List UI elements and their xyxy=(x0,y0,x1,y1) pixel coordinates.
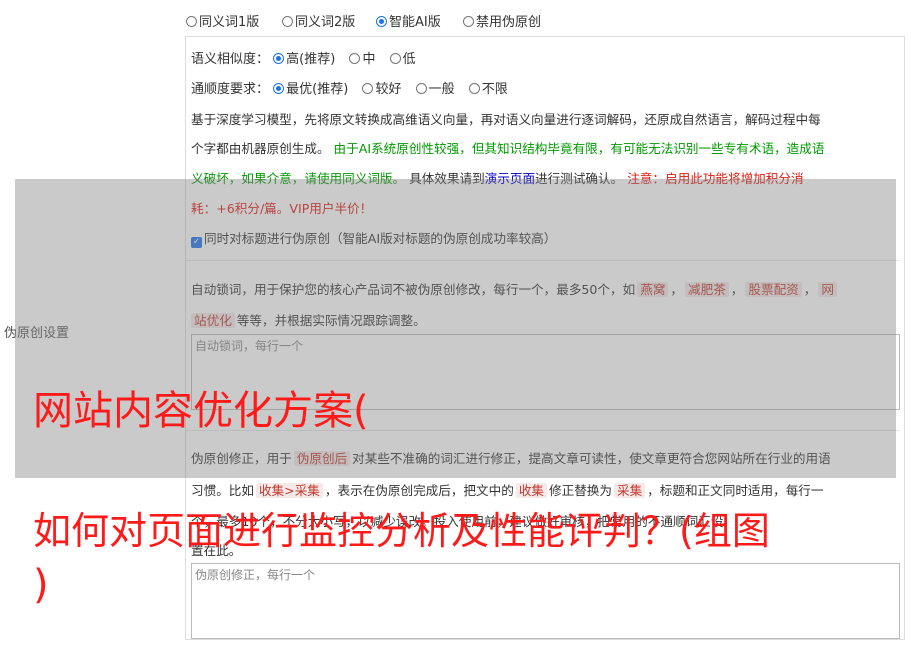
fluency-good[interactable]: 较好 xyxy=(362,82,401,97)
option-label: 中 xyxy=(362,52,376,67)
radio-selected-icon[interactable] xyxy=(273,83,285,94)
radio-icon[interactable] xyxy=(468,83,480,94)
example-tag: 收集 xyxy=(515,483,547,498)
radio-icon[interactable] xyxy=(389,53,401,64)
fluency-label: 通顺度要求： xyxy=(191,82,270,97)
fix-desc-text: ，表示在伪原创完成后，把文中的 xyxy=(324,483,514,498)
similarity-high[interactable]: 高(推荐) xyxy=(273,52,335,67)
similarity-row: 语义相似度： 高(推荐) 中 低 xyxy=(191,48,416,67)
fluency-best[interactable]: 最优(推荐) xyxy=(273,82,348,97)
fluency-row: 通顺度要求： 最优(推荐) 较好 一般 不限 xyxy=(191,78,508,97)
example-tag: 收集>采集 xyxy=(255,483,323,498)
overlay-title-line-1: 网站内容优化方案( xyxy=(33,388,369,434)
option-label: 最优(推荐) xyxy=(286,82,349,97)
option-label: 不限 xyxy=(481,82,508,97)
version-label: 禁用伪原创 xyxy=(476,15,542,30)
similarity-mid[interactable]: 中 xyxy=(349,52,375,67)
radio-icon[interactable] xyxy=(349,53,361,64)
radio-icon[interactable] xyxy=(362,83,374,94)
option-label: 低 xyxy=(402,52,416,67)
version-label: 同义词2版 xyxy=(295,15,356,30)
desc-warning-green: 由于AI系统原创性较强，但其知识结构毕竟有限，有可能无法识别一些专有术语，造成语 xyxy=(333,141,825,156)
overlay-title-line-3: ) xyxy=(33,562,49,608)
desc-text: 个字都由机器原创生成。 xyxy=(191,141,330,156)
similarity-label: 语义相似度： xyxy=(191,52,270,67)
radio-selected-icon[interactable] xyxy=(376,16,387,27)
radio-icon[interactable] xyxy=(415,83,427,94)
radio-icon[interactable] xyxy=(282,16,293,27)
fluency-normal[interactable]: 一般 xyxy=(415,82,455,97)
radio-icon[interactable] xyxy=(186,16,197,27)
fix-desc-line-2: 习惯。比如 收集>采集 ，表示在伪原创完成后，把文中的 收集 修正替换为 采集 ，标题和正文… xyxy=(191,480,823,499)
option-label: 较好 xyxy=(375,82,402,97)
version-option-disable[interactable]: 禁用伪原创 xyxy=(463,11,541,30)
desc-line-2: 个字都由机器原创生成。 由于AI系统原创性较强，但其知识结构毕竟有限，有可能无法… xyxy=(191,138,824,157)
version-option-ai[interactable]: 智能AI版 xyxy=(376,11,441,30)
version-option-2[interactable]: 同义词2版 xyxy=(282,11,355,30)
version-label: 同义词1版 xyxy=(199,15,260,30)
fluency-any[interactable]: 不限 xyxy=(468,82,508,97)
version-option-1[interactable]: 同义词1版 xyxy=(186,11,259,30)
radio-icon[interactable] xyxy=(463,16,474,27)
fix-desc-text: 修正替换为 xyxy=(549,483,612,498)
fix-words-textarea[interactable]: 伪原创修正，每行一个 xyxy=(191,563,900,639)
fix-desc-text: 习惯。比如 xyxy=(191,483,254,498)
similarity-low[interactable]: 低 xyxy=(389,52,416,67)
overlay-title-line-2: 如何对页面进行监控分析及性能评判？(组图 xyxy=(33,509,770,553)
version-label: 智能AI版 xyxy=(389,15,441,30)
desc-line-1: 基于深度学习模型，先将原文转换成高维语义向量，再对语义向量进行逐词解码，还原成自… xyxy=(191,112,821,127)
example-tag: 采集 xyxy=(613,483,646,498)
fix-desc-text: ，标题和正文同时适用，每行一 xyxy=(647,483,824,498)
radio-selected-icon[interactable] xyxy=(273,53,285,64)
option-label: 一般 xyxy=(428,82,455,97)
option-label: 高(推荐) xyxy=(286,52,336,67)
